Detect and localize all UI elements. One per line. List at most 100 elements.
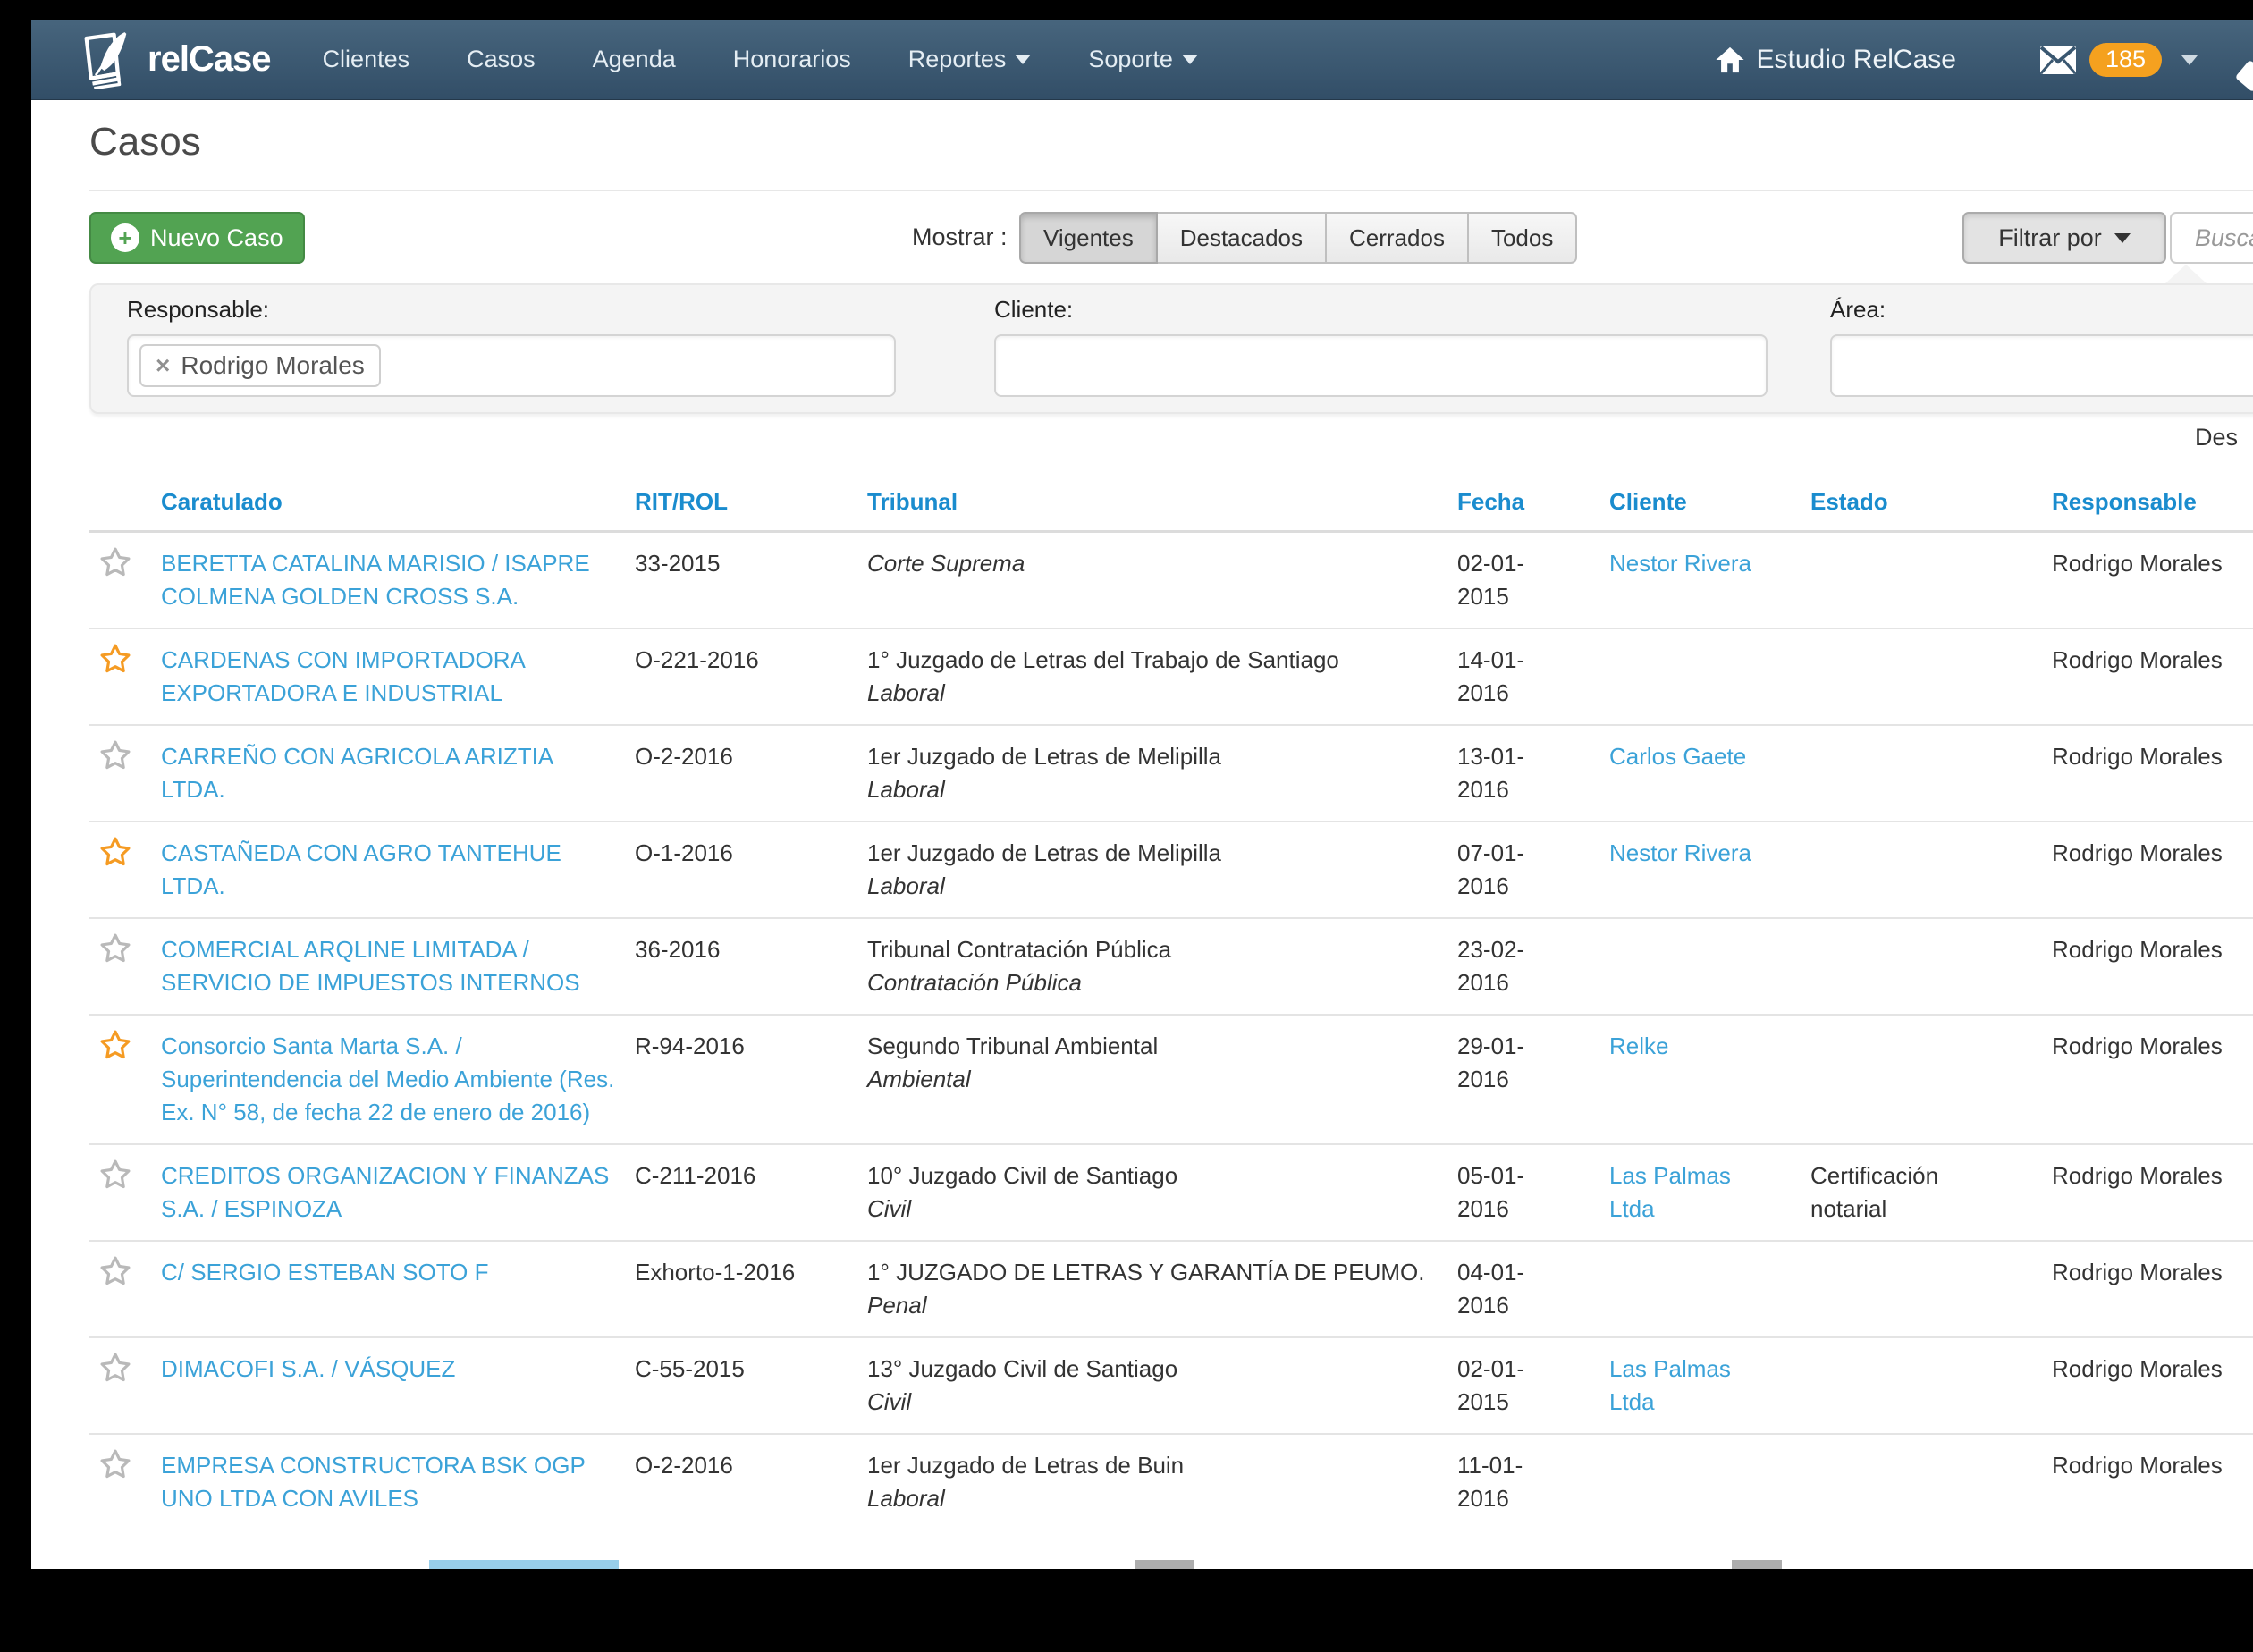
chevron-down-icon	[1015, 55, 1031, 64]
filter-field-input[interactable]: × Rodrigo Morales	[127, 334, 896, 397]
client-link[interactable]: Nestor Rivera	[1609, 839, 1751, 866]
case-title-link[interactable]: CASTAÑEDA CON AGRO TANTEHUE LTDA.	[161, 839, 561, 899]
responsable-cell: Rodrigo Morales	[2052, 628, 2253, 725]
search-input[interactable]	[2170, 212, 2253, 264]
case-title-link[interactable]: COMERCIAL ARQLINE LIMITADA / SERVICIO DE…	[161, 936, 580, 996]
nav-item[interactable]: Clientes	[323, 46, 410, 73]
new-case-button[interactable]: + Nuevo Caso	[89, 212, 305, 264]
filter-panel-pointer	[2164, 265, 2207, 284]
responsable-cell: Rodrigo Morales	[2052, 1241, 2253, 1337]
filter-field-label: Responsable:	[127, 296, 896, 324]
nav-item-label: Clientes	[323, 46, 410, 73]
rit-cell: 33-2015	[635, 532, 867, 629]
chevron-down-icon[interactable]	[2181, 55, 2198, 65]
tribunal-name: 1er Juzgado de Letras de Buin	[867, 1449, 1439, 1482]
star-icon[interactable]	[98, 835, 132, 869]
filter-field-label: Cliente:	[994, 296, 1768, 324]
responsable-cell: Rodrigo Morales	[2052, 822, 2253, 918]
responsable-cell: Rodrigo Morales	[2052, 725, 2253, 822]
show-tab[interactable]: Destacados	[1158, 212, 1327, 264]
case-title-link[interactable]: EMPRESA CONSTRUCTORA BSK OGP UNO LTDA CO…	[161, 1452, 585, 1512]
case-title-link[interactable]: CARDENAS CON IMPORTADORA EXPORTADORA E I…	[161, 646, 524, 706]
show-tab-group: VigentesDestacadosCerradosTodos	[1019, 212, 1577, 264]
column-header[interactable]: Tribunal	[867, 465, 1457, 532]
nav-item[interactable]: Casos	[467, 46, 536, 73]
fecha-cell: 13-01-2016	[1457, 725, 1609, 822]
column-header[interactable]: Estado	[1810, 465, 2052, 532]
star-icon[interactable]	[98, 1254, 132, 1288]
show-tab[interactable]: Vigentes	[1019, 212, 1158, 264]
estado-cell: Certificación notarial	[1810, 1144, 2052, 1241]
tribunal-area: Civil	[867, 1193, 1439, 1226]
case-title-link[interactable]: Consorcio Santa Marta S.A. / Superintend…	[161, 1032, 614, 1125]
star-icon[interactable]	[98, 1447, 132, 1481]
nav-item[interactable]: Agenda	[593, 46, 676, 73]
estado-cell	[1810, 628, 2052, 725]
chevron-down-icon	[1182, 55, 1198, 64]
selected-tag[interactable]: × Rodrigo Morales	[139, 344, 381, 387]
responsable-cell: Rodrigo Morales	[2052, 1434, 2253, 1530]
filter-field: Responsable: × Rodrigo Morales	[127, 296, 896, 397]
nav-item-label: Casos	[467, 46, 536, 73]
case-title-link[interactable]: CREDITOS ORGANIZACION Y FINANZAS S.A. / …	[161, 1162, 609, 1222]
client-link[interactable]: Nestor Rivera	[1609, 550, 1751, 577]
filter-field-input[interactable]	[1830, 334, 2253, 397]
case-title-link[interactable]: CARREÑO CON AGRICOLA ARIZTIA LTDA.	[161, 743, 553, 803]
show-tab[interactable]: Todos	[1469, 212, 1577, 264]
mail-menu[interactable]: 185	[2039, 43, 2162, 77]
client-link[interactable]: Las Palmas Ltda	[1609, 1162, 1731, 1222]
client-link[interactable]: Carlos Gaete	[1609, 743, 1746, 770]
star-icon[interactable]	[98, 642, 132, 676]
column-header[interactable]: Caratulado	[161, 465, 635, 532]
home-icon	[1715, 46, 1745, 74]
show-tab[interactable]: Cerrados	[1327, 212, 1469, 264]
table-row: CARDENAS CON IMPORTADORA EXPORTADORA E I…	[89, 628, 2253, 725]
estado-cell	[1810, 822, 2052, 918]
remove-tag-icon[interactable]: ×	[156, 353, 170, 378]
table-row: CASTAÑEDA CON AGRO TANTEHUE LTDA. O-1-20…	[89, 822, 2253, 918]
fecha-cell: 05-01-2016	[1457, 1144, 1609, 1241]
star-icon[interactable]	[98, 931, 132, 965]
column-header[interactable]: RIT/ROL	[635, 465, 867, 532]
clipped-row-sliver	[429, 1560, 619, 1569]
app-window: relCase Clientes Casos Agenda Honorarios…	[31, 20, 2253, 1569]
case-title-link[interactable]: DIMACOFI S.A. / VÁSQUEZ	[161, 1355, 455, 1382]
star-icon[interactable]	[98, 738, 132, 772]
brand-name: relCase	[148, 39, 271, 80]
fecha-cell: 23-02-2016	[1457, 918, 1609, 1015]
column-header[interactable]: Cliente	[1609, 465, 1810, 532]
tribunal-area: Laboral	[867, 1482, 1439, 1515]
case-title-link[interactable]: BERETTA CATALINA MARISIO / ISAPRE COLMEN…	[161, 550, 590, 610]
nav-item[interactable]: Reportes	[908, 46, 1032, 73]
estado-cell	[1810, 1015, 2052, 1144]
client-link[interactable]: Relke	[1609, 1032, 1668, 1059]
tribunal-area: Corte Suprema	[867, 547, 1439, 580]
rit-cell: C-211-2016	[635, 1144, 867, 1241]
star-icon[interactable]	[98, 545, 132, 579]
table-row: DIMACOFI S.A. / VÁSQUEZ C-55-2015 13° Ju…	[89, 1337, 2253, 1434]
filter-by-button[interactable]: Filtrar por	[1962, 212, 2166, 264]
account-menu[interactable]: Estudio RelCase	[1715, 45, 1955, 75]
star-icon[interactable]	[98, 1028, 132, 1062]
client-link[interactable]: Las Palmas Ltda	[1609, 1355, 1731, 1415]
unread-count-badge[interactable]: 185	[2089, 43, 2162, 77]
tribunal-name: 1er Juzgado de Letras de Melipilla	[867, 837, 1439, 870]
rit-cell: Exhorto-1-2016	[635, 1241, 867, 1337]
responsable-cell: Rodrigo Morales	[2052, 1015, 2253, 1144]
nav-item[interactable]: Honorarios	[733, 46, 851, 73]
table-body: BERETTA CATALINA MARISIO / ISAPRE COLMEN…	[89, 532, 2253, 1530]
rit-cell: O-221-2016	[635, 628, 867, 725]
tribunal-name: 10° Juzgado Civil de Santiago	[867, 1159, 1439, 1193]
rit-cell: O-1-2016	[635, 822, 867, 918]
column-header[interactable]: Responsable	[2052, 465, 2253, 532]
brand-logo[interactable]: relCase	[74, 30, 271, 89]
star-icon[interactable]	[98, 1158, 132, 1192]
clipped-right-text: Des	[2195, 424, 2253, 451]
filter-field-input[interactable]	[994, 334, 1768, 397]
nav-item[interactable]: Soporte	[1088, 46, 1198, 73]
nav-item-label: Honorarios	[733, 46, 851, 73]
case-title-link[interactable]: C/ SERGIO ESTEBAN SOTO F	[161, 1259, 488, 1285]
filter-by-label: Filtrar por	[1998, 224, 2102, 252]
star-icon[interactable]	[98, 1351, 132, 1385]
column-header[interactable]: Fecha	[1457, 465, 1609, 532]
